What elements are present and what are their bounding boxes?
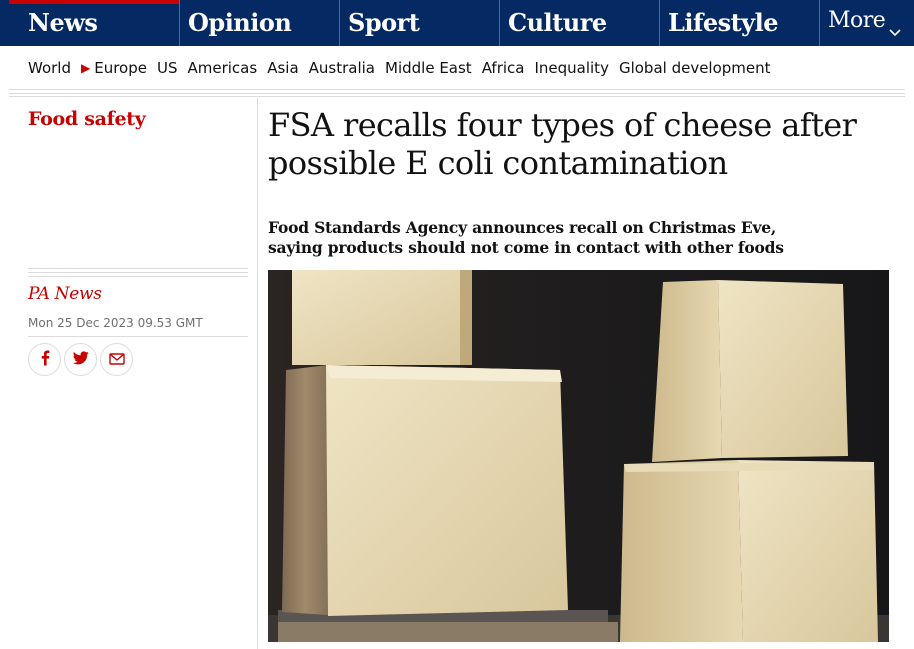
share-buttons bbox=[28, 343, 133, 376]
pillar-culture[interactable]: Culture bbox=[500, 0, 660, 46]
subnav-us[interactable]: US bbox=[157, 59, 178, 77]
subnav-middle-east[interactable]: Middle East bbox=[385, 59, 472, 77]
subnav-world[interactable]: World bbox=[28, 59, 71, 77]
subnav-africa[interactable]: Africa bbox=[482, 59, 525, 77]
subnav-europe-label: Europe bbox=[94, 58, 147, 77]
date-divider bbox=[28, 336, 248, 337]
facebook-icon bbox=[38, 350, 52, 370]
share-facebook-button[interactable] bbox=[28, 343, 61, 376]
publish-date: Mon 25 Dec 2023 09.53 GMT bbox=[28, 316, 203, 330]
more-menu-button[interactable]: More bbox=[820, 0, 914, 46]
sub-nav: World ▶ Europe US Americas Asia Australi… bbox=[0, 46, 914, 89]
more-label: More bbox=[828, 8, 886, 33]
pillar-lifestyle[interactable]: Lifestyle bbox=[660, 0, 820, 46]
pillar-opinion[interactable]: Opinion bbox=[180, 0, 340, 46]
article-meta-column: Food safety PA News Mon 25 Dec 2023 09.5… bbox=[9, 98, 258, 649]
triangle-right-icon: ▶ bbox=[81, 60, 91, 75]
article-main-image bbox=[268, 270, 889, 642]
section-label[interactable]: Food safety bbox=[28, 108, 146, 130]
pillar-news[interactable]: News bbox=[0, 0, 180, 46]
subnav-global-development[interactable]: Global development bbox=[619, 59, 771, 77]
share-email-button[interactable] bbox=[100, 343, 133, 376]
subnav-asia[interactable]: Asia bbox=[267, 59, 298, 77]
byline[interactable]: PA News bbox=[28, 284, 102, 304]
subnav-americas[interactable]: Americas bbox=[188, 59, 258, 77]
meta-divider bbox=[28, 268, 248, 280]
subnav-europe[interactable]: ▶ Europe bbox=[81, 59, 147, 77]
share-twitter-button[interactable] bbox=[64, 343, 97, 376]
article-headline: FSA recalls four types of cheese after p… bbox=[268, 106, 857, 182]
subnav-australia[interactable]: Australia bbox=[309, 59, 375, 77]
pillar-nav: News Opinion Sport Culture Lifestyle Mor… bbox=[0, 0, 914, 46]
header-divider bbox=[9, 89, 905, 97]
email-icon bbox=[108, 350, 125, 369]
subnav-inequality[interactable]: Inequality bbox=[534, 59, 608, 77]
article-standfirst: Food Standards Agency announces recall o… bbox=[268, 218, 784, 257]
twitter-icon bbox=[72, 350, 89, 369]
cheese-illustration bbox=[268, 270, 889, 642]
pillar-sport[interactable]: Sport bbox=[340, 0, 500, 46]
chevron-down-icon bbox=[889, 18, 901, 43]
